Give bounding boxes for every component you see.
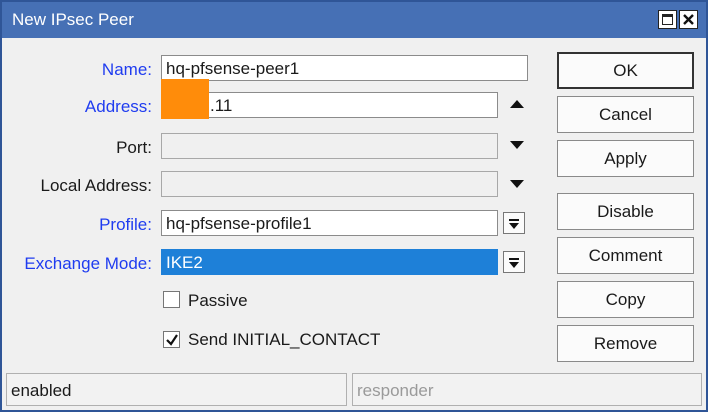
profile-select[interactable]: hq-pfsense-profile1	[161, 210, 498, 236]
local-address-expand-down-arrow-icon[interactable]	[510, 180, 524, 188]
address-label: Address:	[84, 97, 152, 116]
cancel-button[interactable]: Cancel	[557, 96, 694, 133]
checkmark-icon	[166, 334, 178, 346]
profile-label: Profile:	[99, 215, 152, 234]
copy-button[interactable]: Copy	[557, 281, 694, 318]
ok-button[interactable]: OK	[557, 52, 694, 89]
maximize-icon[interactable]	[658, 10, 677, 29]
disable-button[interactable]: Disable	[557, 193, 694, 230]
address-input[interactable]: .11	[161, 92, 498, 118]
status-mode: responder	[352, 373, 702, 406]
status-enabled: enabled	[6, 373, 347, 406]
port-label: Port:	[116, 138, 152, 157]
passive-checkbox[interactable]	[163, 291, 180, 308]
remove-address-up-arrow-icon[interactable]	[510, 100, 524, 108]
name-label: Name:	[101, 60, 152, 79]
passive-label: Passive	[188, 291, 248, 310]
comment-button[interactable]: Comment	[557, 237, 694, 274]
apply-button[interactable]: Apply	[557, 140, 694, 177]
exchange-mode-select[interactable]: IKE2	[161, 249, 498, 275]
close-icon[interactable]	[679, 10, 698, 29]
exchange-mode-dropdown-icon[interactable]	[503, 251, 525, 273]
remove-button[interactable]: Remove	[557, 325, 694, 362]
name-input[interactable]: hq-pfsense-peer1	[161, 55, 528, 81]
port-expand-down-arrow-icon[interactable]	[510, 141, 524, 149]
title-bar[interactable]: New IPsec Peer	[2, 2, 706, 38]
port-input[interactable]	[161, 133, 498, 159]
redaction-mask	[161, 79, 209, 119]
window-title: New IPsec Peer	[12, 10, 134, 29]
send-initial-contact-label: Send INITIAL_CONTACT	[188, 330, 381, 349]
profile-dropdown-icon[interactable]	[503, 212, 525, 234]
send-initial-contact-checkbox[interactable]	[163, 331, 180, 348]
exchange-mode-label: Exchange Mode:	[24, 254, 152, 273]
local-address-label: Local Address:	[40, 176, 152, 195]
local-address-input[interactable]	[161, 171, 498, 197]
